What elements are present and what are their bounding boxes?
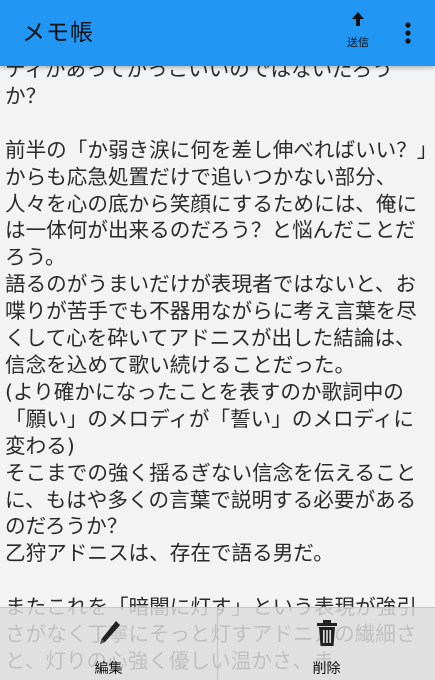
edit-button[interactable]: 編集 xyxy=(0,608,217,680)
vertical-ellipsis-icon xyxy=(405,22,411,44)
edit-button-label: 編集 xyxy=(94,661,123,677)
delete-button[interactable]: 削除 xyxy=(217,608,435,680)
app-title: メモ帳 xyxy=(22,20,94,46)
pencil-icon xyxy=(95,618,123,648)
overflow-menu-button[interactable] xyxy=(396,17,420,49)
app-bar: メモ帳 送信 xyxy=(0,0,435,66)
send-button[interactable]: 送信 xyxy=(336,10,380,56)
arrow-up-icon xyxy=(352,12,364,26)
send-button-label: 送信 xyxy=(347,36,369,49)
bottom-action-bar: 編集 削除 xyxy=(0,607,435,680)
delete-button-label: 削除 xyxy=(312,661,341,677)
memo-content-area[interactable]: ティがあってかっこいいのではないだろうか？ 前半の「か弱き涙に何を差し伸べればい… xyxy=(0,66,435,680)
memo-text[interactable]: ティがあってかっこいいのではないだろうか？ 前半の「か弱き涙に何を差し伸べればい… xyxy=(5,66,431,675)
trash-icon xyxy=(313,618,341,648)
